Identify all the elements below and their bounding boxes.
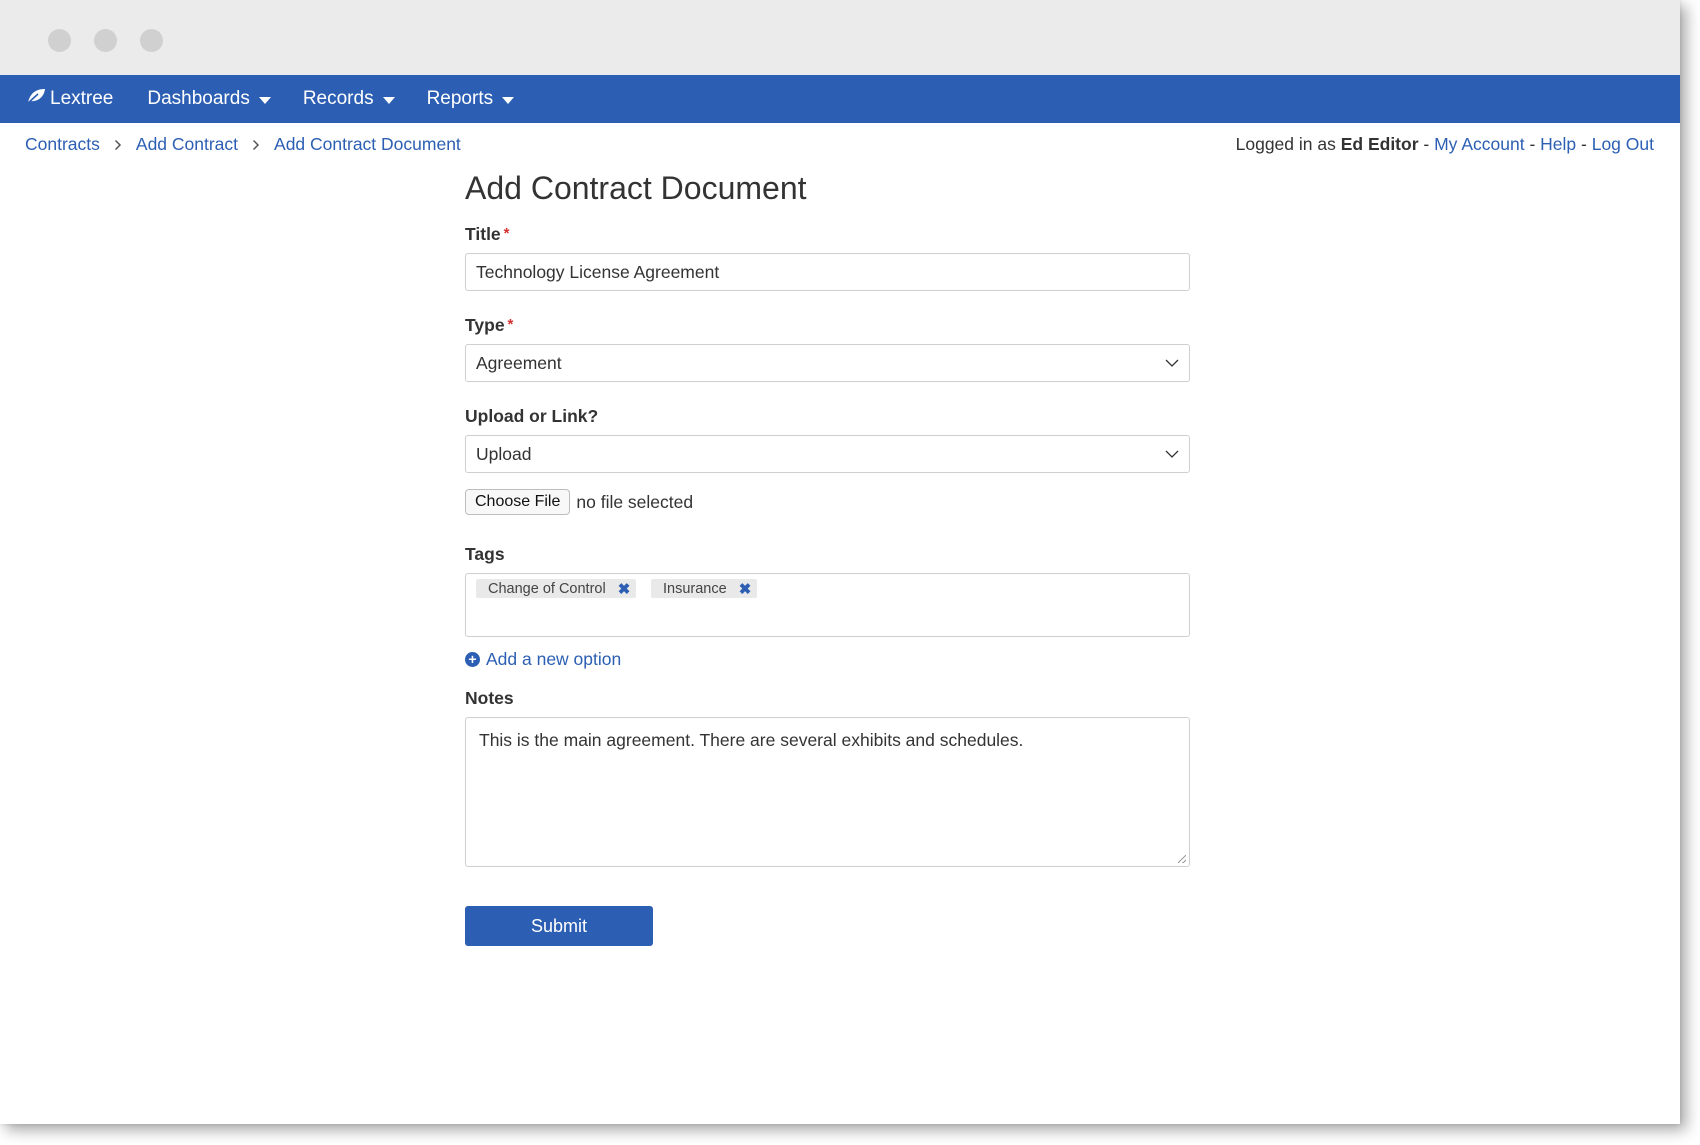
remove-tag-icon[interactable]: ✖ <box>739 580 752 598</box>
upload-label: Upload or Link? <box>465 406 599 426</box>
window-maximize-dot[interactable] <box>140 29 163 52</box>
brand-link[interactable]: Lextree <box>26 87 113 111</box>
help-link[interactable]: Help <box>1540 134 1576 154</box>
nav-reports[interactable]: Reports <box>427 88 515 110</box>
user-info: Logged in as Ed Editor - My Account - He… <box>1236 134 1654 155</box>
add-new-option-link[interactable]: + Add a new option <box>465 649 1190 670</box>
nav-reports-label: Reports <box>426 88 494 109</box>
breadcrumb-add-contract[interactable]: Add Contract <box>136 134 238 155</box>
caret-down-icon <box>502 96 515 104</box>
add-new-option-label: Add a new option <box>486 649 622 669</box>
breadcrumb-contracts[interactable]: Contracts <box>25 134 100 155</box>
logged-in-prefix: Logged in as <box>1235 134 1336 154</box>
tag-label: Insurance <box>663 580 727 597</box>
upload-select[interactable]: Upload <box>465 435 1190 473</box>
chevron-right-icon <box>252 139 260 151</box>
user-name: Ed Editor <box>1340 134 1419 154</box>
tags-label: Tags <box>465 544 505 564</box>
tags-input[interactable]: Change of Control ✖ Insurance ✖ <box>465 573 1190 637</box>
leaf-icon <box>26 87 50 111</box>
file-input: Choose File no file selected <box>465 489 1190 515</box>
page-title: Add Contract Document <box>465 170 807 206</box>
breadcrumb-add-contract-document[interactable]: Add Contract Document <box>274 134 461 155</box>
notes-textarea[interactable]: This is the main agreement. There are se… <box>465 717 1190 867</box>
caret-down-icon <box>258 96 271 104</box>
my-account-link[interactable]: My Account <box>1434 134 1524 154</box>
notes-value: This is the main agreement. There are se… <box>479 730 1024 750</box>
type-label: Type * <box>465 314 1190 336</box>
choose-file-button[interactable]: Choose File <box>465 489 571 515</box>
title-input[interactable]: Technology License Agreement <box>465 253 1190 291</box>
title-input-value: Technology License Agreement <box>476 261 720 282</box>
file-status: no file selected <box>576 491 694 512</box>
chevron-down-icon <box>1165 359 1179 367</box>
tag-chip: Insurance ✖ <box>651 579 758 598</box>
type-label-text: Type <box>465 315 505 335</box>
user-separator: - <box>1581 134 1587 154</box>
required-marker: * <box>503 225 510 242</box>
plus-circle-icon: + <box>465 652 480 667</box>
notes-label: Notes <box>465 688 514 708</box>
chevron-right-icon <box>114 139 122 151</box>
nav-records-label: Records <box>302 88 374 109</box>
user-separator: - <box>1529 134 1536 154</box>
nav-dashboards-label: Dashboards <box>147 88 250 109</box>
nav-dashboards[interactable]: Dashboards <box>147 88 271 110</box>
nav-records[interactable]: Records <box>303 88 395 110</box>
chevron-down-icon <box>1165 450 1179 458</box>
user-separator: - <box>1423 134 1430 154</box>
submit-button[interactable]: Submit <box>465 906 653 946</box>
tag-label: Change of Control <box>488 580 606 597</box>
window-close-dot[interactable] <box>48 29 71 52</box>
sub-header: Contracts Add Contract Add Contract Docu… <box>0 123 1680 167</box>
breadcrumb: Contracts Add Contract Add Contract Docu… <box>25 134 461 155</box>
browser-window: Lextree Dashboards Records Reports Contr… <box>0 0 1680 1124</box>
form-container: Add Contract Document Title * Technology … <box>465 167 1190 946</box>
brand-name: Lextree <box>50 88 114 109</box>
log-out-link[interactable]: Log Out <box>1592 134 1654 154</box>
upload-select-value: Upload <box>476 443 532 464</box>
top-navbar: Lextree Dashboards Records Reports <box>0 75 1680 123</box>
window-minimize-dot[interactable] <box>94 29 117 52</box>
resize-handle-icon[interactable] <box>1178 855 1186 863</box>
type-select-value: Agreement <box>476 352 562 373</box>
title-label-text: Title <box>465 224 501 244</box>
type-select[interactable]: Agreement <box>465 344 1190 382</box>
required-marker: * <box>507 316 514 333</box>
remove-tag-icon[interactable]: ✖ <box>618 580 631 598</box>
title-label: Title * <box>465 223 1190 245</box>
caret-down-icon <box>382 96 395 104</box>
tag-chip: Change of Control ✖ <box>476 579 637 598</box>
window-titlebar <box>0 0 1680 75</box>
